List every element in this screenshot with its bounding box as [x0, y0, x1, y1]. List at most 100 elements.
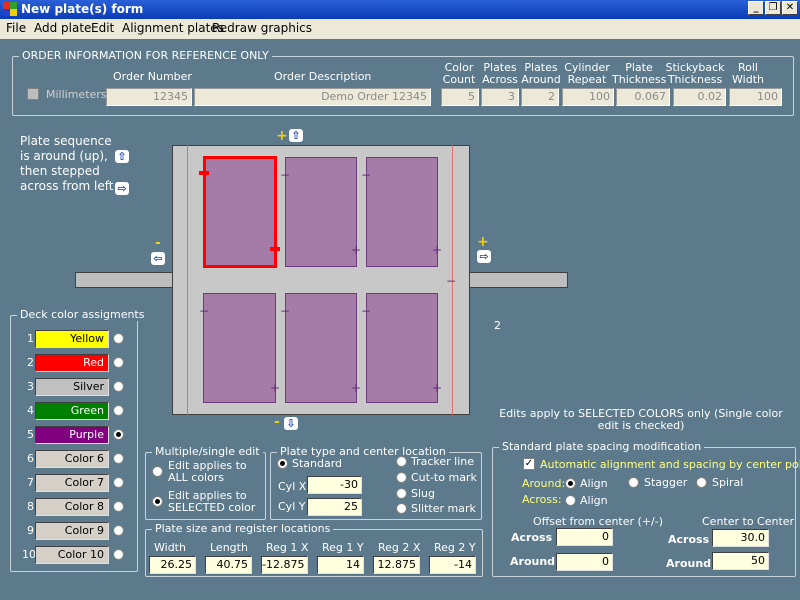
order-number-label: Order Number [113, 70, 192, 83]
size-input[interactable]: 40.75 [205, 556, 252, 574]
deck-color-field[interactable]: Silver [35, 378, 109, 396]
millimeters-checkbox[interactable] [27, 88, 39, 100]
plates-across-label: Plates Across [482, 61, 518, 86]
spacing-title: Standard plate spacing modification [499, 440, 705, 453]
deck-select-radio[interactable] [113, 549, 124, 560]
offset-across-input[interactable]: 0 [556, 528, 613, 546]
plus-right-icon: + [477, 234, 489, 250]
plate-6[interactable] [366, 293, 438, 403]
around-align-radio[interactable] [565, 478, 576, 489]
register-mark-1 [199, 171, 209, 175]
size-input[interactable]: -14 [429, 556, 476, 574]
cut-to-mark-radio[interactable] [396, 472, 407, 483]
menu-file[interactable]: File [6, 21, 26, 35]
order-number-field: 12345 [106, 88, 192, 106]
plate-thickness-label: Plate Thickness [612, 61, 667, 86]
deck-select-radio[interactable] [113, 525, 124, 536]
deck-number: 6 [27, 452, 34, 465]
move-right-button[interactable]: ⇨ [477, 250, 491, 263]
deck-color-field[interactable]: Purple [35, 426, 109, 444]
plate-4[interactable] [203, 293, 276, 403]
deck-select-radio[interactable] [113, 357, 124, 368]
cyl-x-input[interactable]: -30 [307, 476, 362, 494]
spiral-radio[interactable] [696, 477, 707, 488]
stagger-radio[interactable] [628, 477, 639, 488]
size-header: Reg 2 X [378, 541, 421, 554]
tracker-line-radio[interactable] [396, 456, 407, 467]
c2c-around-label: Around [666, 557, 712, 570]
size-input[interactable]: 12.875 [373, 556, 420, 574]
menu-alignment-plates[interactable]: Alignment plates [122, 21, 224, 35]
cut-to-mark-label: Cut-to mark [411, 471, 477, 484]
window-title: New plate(s) form [21, 2, 144, 16]
c2c-across-label: Across [668, 533, 710, 546]
deck-color-field[interactable]: Red [35, 354, 109, 372]
across-align-label: Align [580, 494, 608, 507]
deck-color-field[interactable]: Yellow [35, 330, 109, 348]
menu-add-plate[interactable]: Add plate [34, 21, 91, 35]
move-down-button[interactable]: ⇩ [284, 417, 298, 430]
auto-align-checkbox[interactable]: ✓ [523, 458, 535, 470]
arrow-up-icon: ⇧ [115, 150, 129, 163]
edit-selected-radio[interactable] [152, 496, 163, 507]
deck-number: 1 [27, 332, 34, 345]
edit-all-radio[interactable] [152, 466, 163, 477]
plate-2[interactable] [285, 157, 357, 267]
slitter-mark-label: Slitter mark [411, 502, 476, 515]
left-shaft [75, 272, 175, 288]
plate-3[interactable] [366, 157, 438, 267]
c2c-around-input[interactable]: 50 [712, 552, 769, 570]
deck-number: 7 [27, 476, 34, 489]
deck-color-field[interactable]: Color 7 [35, 474, 109, 492]
c2c-across-input[interactable]: 30.0 [712, 529, 769, 547]
size-input[interactable]: 26.25 [149, 556, 196, 574]
standard-radio[interactable] [277, 458, 288, 469]
menu-redraw-graphics[interactable]: Redraw graphics [212, 21, 312, 35]
cylinder-repeat-field: 100 [562, 88, 614, 106]
auto-align-label: Automatic alignment and spacing by cente… [540, 458, 800, 471]
plates-around-label: Plates Around [521, 61, 561, 86]
slitter-mark-radio[interactable] [396, 503, 407, 514]
size-header: Reg 2 Y [434, 541, 476, 554]
deck-number: 8 [27, 500, 34, 513]
size-input[interactable]: 14 [317, 556, 364, 574]
deck-select-radio[interactable] [113, 429, 124, 440]
move-up-button[interactable]: ⇧ [289, 129, 303, 142]
deck-color-field[interactable]: Color 10 [35, 546, 109, 564]
deck-select-radio[interactable] [113, 477, 124, 488]
slug-label: Slug [411, 487, 435, 500]
spiral-label: Spiral [712, 476, 744, 489]
register-tick: − [361, 304, 372, 318]
deck-select-radio[interactable] [113, 381, 124, 392]
size-header: Reg 1 X [266, 541, 309, 554]
cyl-y-input[interactable]: 25 [307, 498, 362, 516]
deck-number: 2 [27, 356, 34, 369]
plate-1[interactable] [203, 156, 277, 268]
deck-color-field[interactable]: Color 9 [35, 522, 109, 540]
slug-radio[interactable] [396, 488, 407, 499]
register-tick: − [280, 168, 291, 182]
register-tick: + [351, 381, 362, 395]
register-tick: − [280, 304, 291, 318]
deck-color-field[interactable]: Color 8 [35, 498, 109, 516]
deck-select-radio[interactable] [113, 333, 124, 344]
deck-color-field[interactable]: Color 6 [35, 450, 109, 468]
move-left-button[interactable]: ⇦ [151, 252, 165, 265]
deck-colors-title: Deck color assigments [17, 308, 148, 321]
close-button[interactable]: ✕ [782, 1, 798, 15]
maximize-button[interactable]: ❐ [765, 1, 781, 15]
deck-select-radio[interactable] [113, 405, 124, 416]
deck-select-radio[interactable] [113, 453, 124, 464]
across-align-radio[interactable] [565, 495, 576, 506]
plate-5[interactable] [285, 293, 357, 403]
menu-edit[interactable]: Edit [91, 21, 114, 35]
size-input[interactable]: -12.875 [261, 556, 308, 574]
order-description-label: Order Description [274, 70, 372, 83]
cylinder-repeat-label: Cylinder Repeat [564, 61, 610, 86]
deck-color-field[interactable]: Green [35, 402, 109, 420]
deck-select-radio[interactable] [113, 501, 124, 512]
cyl-y-label: Cyl Y [278, 500, 306, 513]
offset-around-input[interactable]: 0 [556, 553, 613, 571]
minimize-button[interactable]: _ [748, 1, 764, 15]
left-guide-line [187, 145, 188, 415]
